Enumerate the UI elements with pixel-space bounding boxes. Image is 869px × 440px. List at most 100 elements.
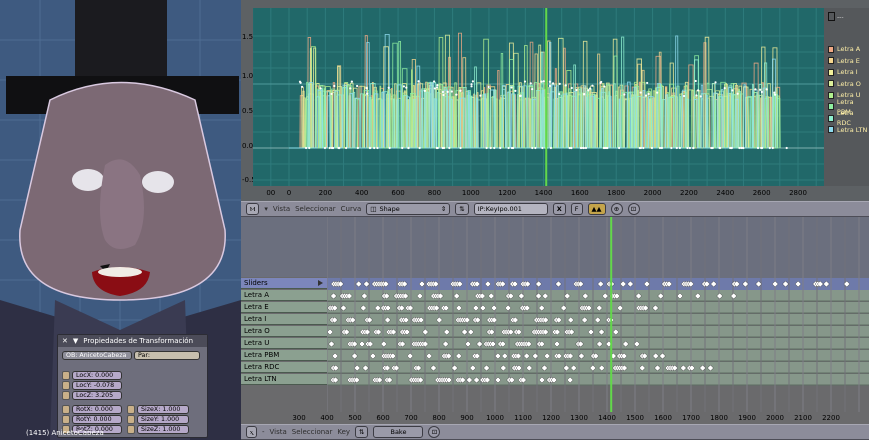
action-channel-row[interactable]: Letra I [241, 314, 327, 325]
lock-sizez-icon[interactable] [127, 425, 135, 434]
lock-icon[interactable]: ⊡ [627, 203, 640, 215]
ipo-channel-item[interactable]: Letra A [828, 44, 860, 54]
lock-sizex-icon[interactable] [127, 405, 135, 414]
action-editor[interactable]: Sliders Letra A Letra E Letra I Letra O Letr… [241, 217, 869, 424]
menu-collapse-icon[interactable]: - [262, 428, 265, 436]
object-name-field[interactable]: OB: AnicetoCabeza [62, 351, 132, 360]
action-channel-row[interactable]: Letra PBM [241, 350, 327, 361]
x-tick: 1100 [514, 414, 532, 422]
locy-field[interactable]: LocY: -0.078 [72, 381, 122, 390]
channel-color-icon [828, 57, 834, 64]
action-keyframe-area[interactable] [327, 217, 869, 424]
x-tick: 0 [286, 189, 292, 197]
x-tick: 1400 [598, 414, 616, 422]
ipo-channel-list[interactable]: --- Letra A Letra E Letra I Letra O Letra UL… [824, 8, 869, 186]
x-tick: 1800 [710, 414, 728, 422]
ipo-name-field[interactable]: IP:KeyIpo.001 [473, 203, 548, 215]
y-tick: 1.5 [242, 33, 254, 41]
bake-button[interactable]: Bake [373, 426, 424, 438]
x-tick: 00 [266, 189, 276, 197]
lock-locy-icon[interactable] [62, 381, 70, 390]
sliders-row[interactable]: Sliders [241, 278, 327, 289]
action-channel-row[interactable]: Letra RDC [241, 362, 327, 373]
lock-roty-icon[interactable] [62, 415, 70, 424]
shape-icon: ◫ [370, 205, 377, 213]
menu-select[interactable]: Seleccionar [292, 428, 333, 436]
action-channel-row[interactable]: Letra U [241, 338, 327, 349]
channel-label: Letra E [837, 56, 860, 65]
sizez-field[interactable]: SizeZ: 1.000 [137, 425, 189, 434]
menu-curve[interactable]: Curva [341, 205, 362, 213]
menu-view[interactable]: Vista [270, 428, 287, 436]
ipo-type-selector[interactable]: ◫ Shape ⇕ [366, 203, 451, 215]
y-tick: 0.5 [242, 107, 254, 115]
copy-paste-icon[interactable]: ▲▲ [587, 203, 606, 215]
transform-properties-panel[interactable]: ✕ ▼ Propiedades de Transformación OB: An… [57, 334, 208, 438]
roty-field[interactable]: RotY: 0.000 [72, 415, 122, 424]
x-tick: 1000 [486, 414, 504, 422]
x-tick: 2800 [789, 189, 807, 197]
channel-color-icon [828, 45, 834, 53]
x-tick: 800 [432, 414, 446, 422]
channel-label: Letra LTN [837, 125, 868, 134]
ipo-channel-item[interactable]: Letra RDC [828, 109, 869, 127]
ipo-header: Ⲙ ▾ Vista Seleccionar Curva ◫ Shape ⇕ ⇅ … [241, 201, 869, 217]
x-tick: 2200 [680, 189, 698, 197]
sliders-expand-icon[interactable] [318, 280, 323, 286]
menu-view[interactable]: Vista [273, 205, 290, 213]
x-tick: 600 [391, 189, 405, 197]
action-channel-row[interactable]: Letra O [241, 326, 327, 337]
x-tick: 800 [427, 189, 442, 197]
menu-select[interactable]: Seleccionar [295, 205, 336, 213]
action-browse-button[interactable]: ⇅ [355, 426, 369, 438]
x-tick: 1300 [570, 414, 588, 422]
editor-type-button[interactable]: Ⲙ [246, 203, 260, 215]
x-tick: 1600 [654, 414, 672, 422]
x-tick: 2400 [716, 189, 735, 197]
channel-color-icon [828, 114, 834, 122]
ipo-browse-button[interactable]: ⇅ [455, 203, 469, 215]
zoom-icon[interactable]: ⊕ [610, 203, 623, 215]
parent-field[interactable]: Par: [134, 351, 200, 360]
unlink-button[interactable]: X [552, 203, 566, 215]
x-tick: 200 [318, 189, 333, 197]
locz-field[interactable]: LocZ: 3.205 [72, 391, 122, 400]
channel-label: Letra I [837, 68, 858, 76]
ipo-channel-item[interactable]: Letra I [828, 67, 858, 77]
menu-key[interactable]: Key [337, 428, 350, 436]
action-channel-row[interactable]: Letra LTN [241, 374, 327, 385]
action-channel-row[interactable]: Letra E [241, 302, 327, 313]
ipo-plot-area[interactable] [253, 8, 824, 186]
x-tick: 1400 [534, 189, 553, 197]
3d-viewport[interactable]: ✕ ▼ Propiedades de Transformación OB: An… [0, 0, 241, 440]
channel-color-icon [828, 80, 834, 87]
ipo-channel-item[interactable]: Letra LTN [828, 125, 867, 135]
lock-locx-icon[interactable] [62, 371, 70, 380]
action-channel-row[interactable]: Letra A [241, 290, 327, 301]
x-tick: 600 [376, 414, 390, 422]
x-tick: 900 [460, 414, 474, 422]
ipo-curve-editor[interactable]: 1.5 1.0 0.5 0.0 -0.5 00 0 200 400 600 800 1000… [241, 0, 869, 201]
channel-color-icon [828, 126, 834, 133]
lock-icon[interactable]: ⊡ [428, 426, 441, 438]
action-header: ⲭ - Vista Seleccionar Key ⇅ Bake ⊡ [241, 424, 869, 440]
viewport-status: (1415) AnicetoCabeza [26, 429, 104, 437]
action-channel-list[interactable]: Sliders Letra A Letra E Letra I Letra O Letr… [241, 278, 327, 424]
locx-field[interactable]: LocX: 0.000 [72, 371, 122, 380]
lock-rotx-icon[interactable] [62, 405, 70, 414]
rotx-field[interactable]: RotX: 0.000 [72, 405, 122, 414]
fake-user-button[interactable]: F [570, 203, 583, 215]
ipo-channel-item[interactable]: Letra E [828, 56, 860, 66]
close-icon[interactable]: ✕ [62, 335, 68, 347]
sizey-field[interactable]: SizeY: 1.000 [137, 415, 189, 424]
x-tick: 1700 [682, 414, 700, 422]
lock-sizey-icon[interactable] [127, 415, 135, 424]
menu-collapse-icon[interactable]: ▾ [264, 205, 268, 213]
editor-type-button[interactable]: ⲭ [246, 426, 257, 438]
action-keyframes [327, 217, 869, 424]
lock-locz-icon[interactable] [62, 391, 70, 400]
sizex-field[interactable]: SizeX: 1.000 [137, 405, 189, 414]
ipo-channel-item[interactable]: Letra O [828, 79, 861, 89]
channel-color-icon [828, 91, 834, 99]
collapse-icon[interactable]: ▼ [73, 335, 78, 347]
